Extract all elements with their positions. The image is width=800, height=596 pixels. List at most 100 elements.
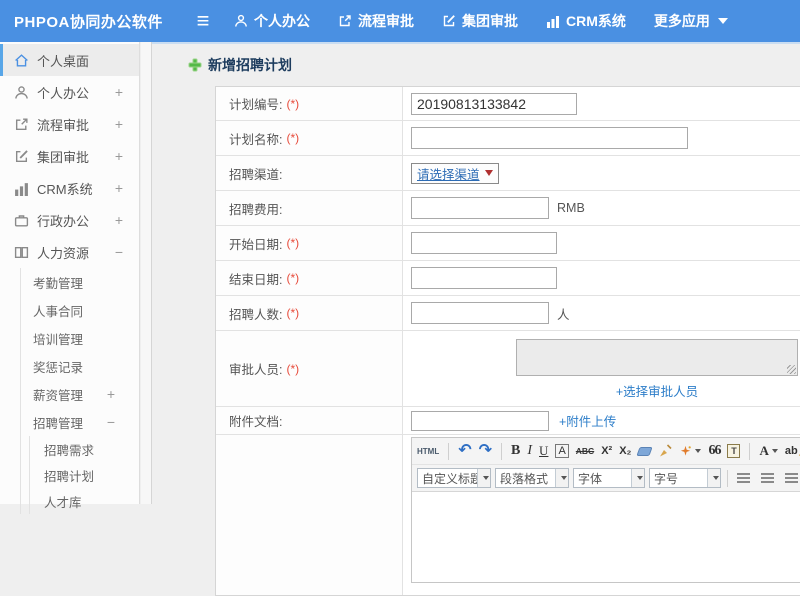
required-mark: (*) xyxy=(286,131,299,145)
format-painter-icon[interactable] xyxy=(679,445,701,458)
plan-number-input[interactable] xyxy=(411,93,577,115)
sidebar-splitter[interactable] xyxy=(141,42,152,504)
align-center-icon[interactable] xyxy=(761,473,774,483)
italic-button[interactable]: I xyxy=(527,443,532,459)
underline-button[interactable]: U xyxy=(539,443,548,459)
end-date-input[interactable] xyxy=(411,267,557,289)
editor-content-area[interactable] xyxy=(412,492,800,582)
chart-icon xyxy=(14,181,29,196)
redo-icon[interactable]: ↷ xyxy=(479,443,492,459)
caret-down-icon xyxy=(477,469,490,487)
user-icon xyxy=(14,85,29,100)
form-row-plan-name: 计划名称: (*) xyxy=(216,121,800,156)
sidebar-item-crm[interactable]: CRM系统 + xyxy=(0,172,139,204)
headcount-suffix: 人 xyxy=(557,304,570,323)
sidebar-item-recruit-mgmt[interactable]: 招聘管理 − xyxy=(21,408,139,436)
add-plus-icon xyxy=(188,58,202,72)
bold-button[interactable]: B xyxy=(511,443,520,459)
attachment-upload-link[interactable]: +附件上传 xyxy=(559,411,616,430)
edit-icon xyxy=(442,14,456,28)
rich-text-editor: HTML ↶ ↷ B I U A ABC X² X₂ xyxy=(411,437,800,583)
toolbar-separator xyxy=(749,443,750,460)
cost-input[interactable] xyxy=(411,197,549,219)
form-row-end-date: 结束日期: (*) xyxy=(216,261,800,296)
undo-icon[interactable]: ↶ xyxy=(458,443,471,459)
sidebar-item-group-approval[interactable]: 集团审批 + xyxy=(0,140,139,172)
select-approvers-link[interactable]: +选择审批人员 xyxy=(616,381,698,400)
sidebar-item-rewards[interactable]: 奖惩记录 xyxy=(21,352,139,380)
required-mark: (*) xyxy=(286,97,299,111)
superscript-button[interactable]: X² xyxy=(601,445,612,457)
custom-title-dropdown[interactable]: 自定义标题 xyxy=(417,468,491,488)
plan-name-input[interactable] xyxy=(411,127,688,149)
form-row-plan-number: 计划编号: (*) xyxy=(216,87,800,121)
html-source-button[interactable]: HTML xyxy=(417,447,439,456)
resize-grip-icon[interactable] xyxy=(787,365,796,374)
sidebar-item-training[interactable]: 培训管理 xyxy=(21,324,139,352)
sidebar-item-recruit-demand[interactable]: 招聘需求 xyxy=(30,436,139,462)
caret-down-icon xyxy=(707,469,720,487)
paragraph-format-dropdown[interactable]: 段落格式 xyxy=(495,468,569,488)
home-icon xyxy=(14,53,29,68)
sidebar-item-personal-office[interactable]: 个人办公 + xyxy=(0,76,139,108)
workflow-icon xyxy=(338,14,352,28)
form-row-approvers: 审批人员: (*) +选择审批人员 xyxy=(216,331,800,407)
user-icon xyxy=(234,14,248,28)
expand-plus-icon[interactable]: + xyxy=(115,84,123,100)
sidebar: 个人桌面 个人办公 + 流程审批 + 集团审批 + CRM系统 + xyxy=(0,42,140,504)
book-icon xyxy=(14,245,29,260)
font-size-dropdown[interactable]: 字号 xyxy=(649,468,721,488)
top-menu: 个人办公 流程审批 集团审批 CRM系统 更多应用 xyxy=(234,11,728,31)
editor-toolbar-row2: 自定义标题 段落格式 字体 字号 xyxy=(412,465,800,492)
headcount-input[interactable] xyxy=(411,302,549,324)
format-clear-broom-icon[interactable] xyxy=(658,444,672,458)
sidebar-item-desktop[interactable]: 个人桌面 xyxy=(0,44,139,76)
caret-down-icon xyxy=(485,170,493,176)
required-mark: (*) xyxy=(286,271,299,285)
font-family-dropdown[interactable]: 字体 xyxy=(573,468,645,488)
sidebar-item-hr[interactable]: 人力资源 − xyxy=(0,236,139,268)
topmenu-workflow-approval[interactable]: 流程审批 xyxy=(338,11,414,31)
form-row-cost: 招聘费用: RMB xyxy=(216,191,800,226)
expand-plus-icon[interactable]: + xyxy=(115,212,123,228)
sidebar-item-attendance[interactable]: 考勤管理 xyxy=(21,268,139,296)
sidebar-item-salary[interactable]: 薪资管理 + xyxy=(21,380,139,408)
paste-text-button[interactable]: T xyxy=(727,444,740,458)
autotypeset-button[interactable]: A xyxy=(555,444,568,458)
align-left-icon[interactable] xyxy=(737,473,750,483)
form-row-start-date: 开始日期: (*) xyxy=(216,226,800,261)
sidebar-item-recruit-plan[interactable]: 招聘计划 xyxy=(30,462,139,488)
strikethrough-button[interactable]: ABC xyxy=(576,446,594,456)
start-date-input[interactable] xyxy=(411,232,557,254)
sidebar-item-talent-pool[interactable]: 人才库 xyxy=(30,488,139,514)
sidebar-item-workflow-approval[interactable]: 流程审批 + xyxy=(0,108,139,140)
topmenu-more-apps[interactable]: 更多应用 xyxy=(654,11,728,31)
form-row-headcount: 招聘人数: (*) 人 xyxy=(216,296,800,331)
attachment-input[interactable] xyxy=(411,411,549,431)
form-row-attachment: 附件文档: +附件上传 xyxy=(216,407,800,435)
eraser-icon[interactable] xyxy=(638,447,651,456)
expand-plus-icon[interactable]: + xyxy=(107,386,115,402)
hamburger-menu-icon[interactable]: ≡ xyxy=(186,0,220,42)
expand-plus-icon[interactable]: + xyxy=(115,148,123,164)
blockquote-button[interactable]: 66 xyxy=(708,443,720,459)
topbar: PHPOA协同办公软件 ≡ 个人办公 流程审批 集团审批 xyxy=(0,0,800,42)
topmenu-crm[interactable]: CRM系统 xyxy=(546,11,626,31)
expand-plus-icon[interactable]: + xyxy=(115,116,123,132)
font-color-button[interactable]: A xyxy=(759,443,777,459)
highlight-color-button[interactable]: ab xyxy=(785,445,800,457)
topmenu-personal-office[interactable]: 个人办公 xyxy=(234,11,310,31)
collapse-minus-icon[interactable]: − xyxy=(115,244,123,260)
align-right-icon[interactable] xyxy=(785,473,798,483)
topmenu-group-approval[interactable]: 集团审批 xyxy=(442,11,518,31)
subscript-button[interactable]: X₂ xyxy=(619,445,631,457)
required-mark: (*) xyxy=(286,306,299,320)
expand-plus-icon[interactable]: + xyxy=(115,180,123,196)
app-logo: PHPOA协同办公软件 xyxy=(0,11,186,32)
sidebar-item-hr-contract[interactable]: 人事合同 xyxy=(21,296,139,324)
approvers-textarea[interactable] xyxy=(516,339,798,376)
collapse-minus-icon[interactable]: − xyxy=(107,414,115,430)
required-mark: (*) xyxy=(286,236,299,250)
channel-select[interactable]: 请选择渠道 xyxy=(411,163,499,184)
sidebar-item-admin-office[interactable]: 行政办公 + xyxy=(0,204,139,236)
